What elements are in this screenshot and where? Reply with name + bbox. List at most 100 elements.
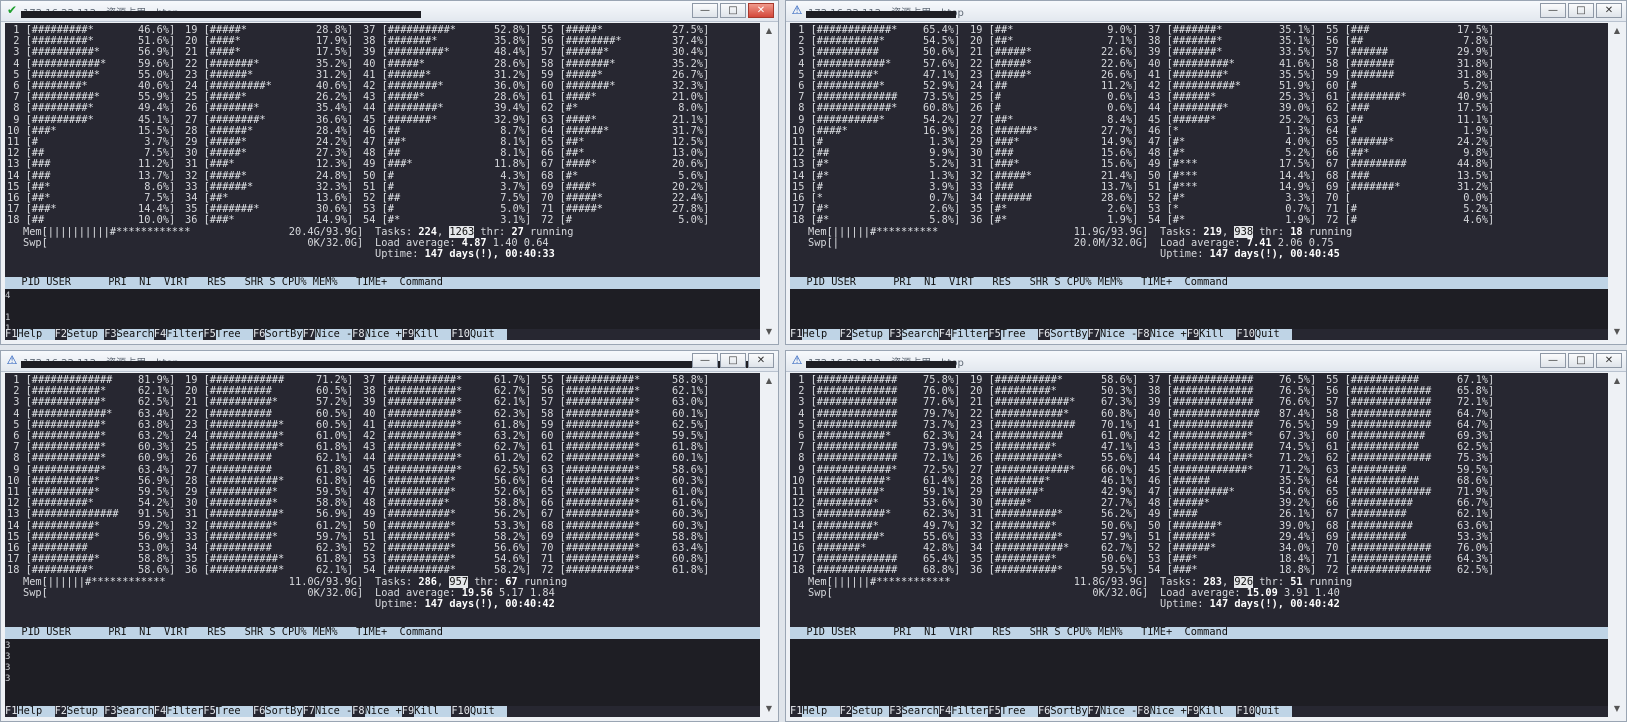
fkey-help-button[interactable]: F1Help — [5, 328, 55, 340]
fkey-filter-button[interactable]: F4Filter — [939, 328, 988, 340]
cpu-bar: [###########* — [25, 57, 107, 70]
swap-bar-close: ] — [357, 586, 364, 599]
maximize-button[interactable]: □ — [1568, 353, 1594, 368]
fkey-setup-button[interactable]: F2Setup — [55, 328, 105, 340]
scroll-up-arrow-icon[interactable]: ▲ — [1610, 25, 1624, 37]
title-bar[interactable]: ✔172.16.22.112 - 资源占用 - htop—□✕ — [1, 1, 778, 22]
process-list[interactable] — [790, 288, 1608, 329]
minimize-button[interactable]: — — [1540, 353, 1566, 368]
fkey-sortby-button[interactable]: F6SortBy — [253, 705, 303, 717]
fkey-search-button[interactable]: F3Search — [889, 328, 939, 340]
process-list[interactable]: 411 — [5, 288, 760, 334]
fkey-nice-button[interactable]: F7Nice - — [303, 705, 352, 717]
scroll-up-arrow-icon[interactable]: ▲ — [1610, 375, 1624, 387]
scroll-down-arrow-icon[interactable]: ▼ — [762, 703, 776, 715]
load-1min: 19.56 — [461, 586, 493, 599]
fkey-quit-button[interactable]: F10Quit — [451, 704, 508, 717]
htop-terminal[interactable]: 1 [############# 75.8%] 2 [############# 76… — [790, 373, 1608, 717]
vertical-scrollbar[interactable]: ▲ ▼ — [762, 23, 776, 340]
fkey-filter-button[interactable]: F4Filter — [154, 705, 203, 717]
fkey-tree-button[interactable]: F5Tree — [988, 705, 1038, 717]
fkey-kill-button[interactable]: F9Kill — [402, 328, 452, 340]
fkey-nice-button[interactable]: F8Nice + — [352, 328, 402, 340]
process-table-header[interactable]: PID USER PRI NI VIRT RES SHR S CPU% MEM%… — [790, 277, 1608, 289]
fkey-quit-button[interactable]: F10Quit — [1236, 328, 1293, 340]
vertical-scrollbar[interactable]: ▲ ▼ — [1610, 373, 1624, 717]
process-list[interactable] — [790, 638, 1608, 706]
fkey-filter-button[interactable]: F4Filter — [154, 328, 203, 340]
process-table-header[interactable]: PID USER PRI NI VIRT RES SHR S CPU% MEM%… — [790, 627, 1608, 639]
fkey-nice-button[interactable]: F7Nice - — [1088, 328, 1137, 340]
fkey-tree-button[interactable]: F5Tree — [203, 705, 253, 717]
fkey-nice-button[interactable]: F8Nice + — [352, 705, 402, 717]
cpu-bar: [###* — [988, 136, 1020, 148]
cpu-bar: [##########* — [25, 486, 100, 498]
load-label: Load average: — [1160, 236, 1247, 249]
vertical-scrollbar[interactable]: ▲ ▼ — [1610, 23, 1624, 340]
fkey-search-button[interactable]: F3Search — [104, 328, 154, 340]
htop-terminal[interactable]: 1 [############# 81.9%] 2 [###########* 62.… — [5, 373, 760, 717]
fkey-nice-button[interactable]: F7Nice - — [303, 328, 352, 340]
maximize-button[interactable]: □ — [720, 353, 746, 368]
fkey-sortby-button[interactable]: F6SortBy — [253, 328, 303, 340]
fkey-nice-button[interactable]: F8Nice + — [1137, 705, 1187, 717]
title-bar[interactable]: ⚠172.16.22.112 - 资源占用 - htop—□✕ — [1, 351, 778, 372]
fkey-kill-button[interactable]: F9Kill — [1187, 705, 1237, 717]
cpu-bar: [############# — [1344, 486, 1432, 498]
fkey-help-button[interactable]: F1Help — [5, 705, 55, 717]
close-button[interactable]: ✕ — [1596, 353, 1622, 368]
scroll-up-arrow-icon[interactable]: ▲ — [762, 375, 776, 387]
fkey-kill-button[interactable]: F9Kill — [1187, 328, 1237, 340]
cpu-bar: [##########* — [381, 519, 456, 532]
fkey-setup-button[interactable]: F2Setup — [840, 328, 890, 340]
scroll-down-arrow-icon[interactable]: ▼ — [1610, 326, 1624, 338]
fkey-tree-button[interactable]: F5Tree — [988, 328, 1038, 340]
threads-label: thr: — [1253, 225, 1291, 238]
fkey-search-button[interactable]: F3Search — [104, 705, 154, 717]
fkey-sortby-button[interactable]: F6SortBy — [1038, 328, 1088, 340]
cpu-bar: [### — [25, 158, 51, 171]
fkey-quit-button[interactable]: F10Quit — [1236, 705, 1293, 717]
process-list[interactable]: 3333 — [5, 638, 760, 706]
fkey-help-button[interactable]: F1Help — [790, 328, 840, 340]
htop-terminal[interactable]: 1 [#########* 46.6%] 2 [#########* 51.6%] 3 … — [5, 23, 760, 340]
fkey-quit-button[interactable]: F10Quit — [451, 328, 508, 340]
fkey-key: F10 — [451, 704, 470, 717]
scroll-down-arrow-icon[interactable]: ▼ — [1610, 703, 1624, 715]
maximize-button[interactable]: □ — [1568, 3, 1594, 18]
cpu-bar: [#########* — [810, 68, 879, 81]
fkey-filter-button[interactable]: F4Filter — [939, 705, 988, 717]
process-table-header[interactable]: PID USER PRI NI VIRT RES SHR S CPU% MEM%… — [5, 627, 760, 639]
cpu-bar: [##* — [988, 35, 1014, 48]
fkey-help-button[interactable]: F1Help — [790, 705, 840, 717]
running-label: running — [1302, 575, 1353, 588]
fkey-sortby-button[interactable]: F6SortBy — [1038, 705, 1088, 717]
htop-terminal[interactable]: 1 [############* 65.4%] 2 [##########* 54.5… — [790, 23, 1608, 340]
close-button[interactable]: ✕ — [748, 3, 774, 18]
close-button[interactable]: ✕ — [1596, 3, 1622, 18]
minimize-button[interactable]: — — [692, 353, 718, 368]
close-button[interactable]: ✕ — [748, 353, 774, 368]
minimize-button[interactable]: — — [692, 3, 718, 18]
title-bar[interactable]: ⚠172.16.22.112 - 资源占用 - htop—□✕ — [786, 351, 1626, 372]
process-table-header[interactable]: PID USER PRI NI VIRT RES SHR S CPU% MEM%… — [5, 277, 760, 289]
minimize-button[interactable]: — — [1540, 3, 1566, 18]
fkey-nice-button[interactable]: F7Nice - — [1088, 705, 1137, 717]
threads-label: thr: — [474, 225, 512, 238]
fkey-setup-button[interactable]: F2Setup — [55, 705, 105, 717]
cpu-bar-close: ] — [954, 46, 961, 59]
scroll-down-arrow-icon[interactable]: ▼ — [762, 326, 776, 338]
uptime-value: 147 days(!), 00:40:45 — [1209, 248, 1340, 260]
vertical-scrollbar[interactable]: ▲ ▼ — [762, 373, 776, 717]
fkey-tree-button[interactable]: F5Tree — [203, 328, 253, 340]
fkey-kill-button[interactable]: F9Kill — [402, 705, 452, 717]
cpu-bar: [## — [381, 192, 401, 204]
title-bar[interactable]: ⚠172.16.22.112 - 资源占用 - htop—□✕ — [786, 1, 1626, 22]
fkey-setup-button[interactable]: F2Setup — [840, 705, 890, 717]
cpu-bar: [############# — [1344, 396, 1432, 409]
cpu-bar: [############## — [25, 508, 119, 521]
maximize-button[interactable]: □ — [720, 3, 746, 18]
scroll-up-arrow-icon[interactable]: ▲ — [762, 25, 776, 37]
fkey-nice-button[interactable]: F8Nice + — [1137, 328, 1187, 340]
fkey-search-button[interactable]: F3Search — [889, 705, 939, 717]
